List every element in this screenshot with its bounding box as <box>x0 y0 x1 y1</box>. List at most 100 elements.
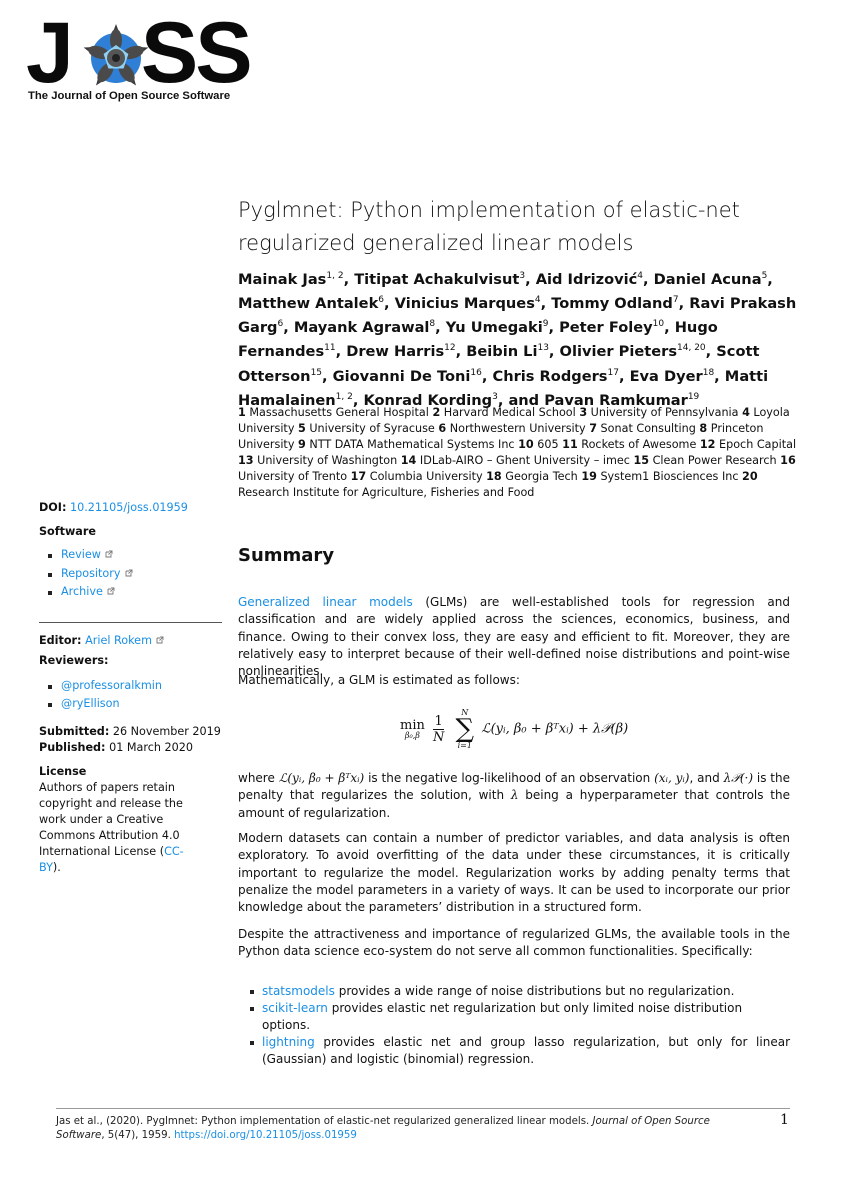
eq-denominator: N <box>433 729 445 745</box>
doi-row: DOI: 10.21105/joss.01959 <box>39 500 224 516</box>
paper-title: Pyglmnet: Python implementation of elast… <box>238 198 740 255</box>
author-affiliation-index: 16 <box>470 367 482 378</box>
author-name: Vinicius Marques <box>394 295 535 313</box>
affiliation-number: 4 <box>742 406 750 419</box>
author-affiliation-index: 13 <box>537 343 549 354</box>
author-affiliation-index: 1, 2 <box>326 271 344 281</box>
summary-paragraph-3: where ℒ(yᵢ, β₀ + βᵀxᵢ) is the negative l… <box>238 770 790 822</box>
affiliation-number: 20 <box>742 470 758 483</box>
list-item: scikit-learn provides elastic net regula… <box>250 1000 790 1034</box>
eq-body: ℒ(yᵢ, β₀ + βᵀxᵢ) + λ𝒫(β) <box>481 721 629 737</box>
list-item: statsmodels provides a wide range of noi… <box>250 983 790 1000</box>
author-affiliation-index: 14, 20 <box>677 343 706 354</box>
affiliation-name: University of Pennsylvania <box>587 406 743 419</box>
editor-link[interactable]: Ariel Rokem <box>85 634 152 647</box>
published-row: Published: 01 March 2020 <box>39 740 224 756</box>
author-affiliation-index: 4 <box>534 295 541 306</box>
author-name: Peter Foley <box>559 319 653 337</box>
summary-paragraph-1: Generalized linear models (GLMs) are wel… <box>238 594 790 680</box>
affiliation-name: University of Syracuse <box>305 422 439 435</box>
affiliation-list: 1 Massachusetts General Hospital 2 Harva… <box>238 405 798 501</box>
p2-text: Mathematically, a GLM is estimated as fo… <box>238 673 520 687</box>
list-item-text: provides a wide range of noise distribut… <box>334 984 735 998</box>
statsmodels-link[interactable]: statsmodels <box>262 984 335 998</box>
affiliation-number: 14 <box>400 454 417 467</box>
reviewer-link[interactable]: @professoralkmin <box>61 679 162 692</box>
affiliation-name: Harvard Medical School <box>440 406 580 419</box>
scikit-learn-link[interactable]: scikit-learn <box>262 1001 328 1015</box>
author-name: Beibin Li <box>466 343 538 361</box>
author-name: Tommy Odland <box>551 295 673 313</box>
sidebar-divider <box>39 621 222 623</box>
affiliation-name: Rockets of Awesome <box>577 438 700 451</box>
reviewers-label: Reviewers: <box>39 653 109 667</box>
author-name: Olivier Pieters <box>559 343 678 361</box>
affiliation-name: Massachusetts General Hospital <box>245 406 433 419</box>
author-name: Titipat Achakulvisut <box>354 270 520 288</box>
submitted-row: Submitted: 26 November 2019 <box>39 724 224 740</box>
sidebar: DOI: 10.21105/joss.01959 Software Review… <box>39 500 224 876</box>
doi-link[interactable]: 10.21105/joss.01959 <box>70 501 188 514</box>
affiliation-name: Sonat Consulting <box>597 422 700 435</box>
software-link-repository[interactable]: Repository <box>48 565 224 584</box>
author-name: Aid Idrizović <box>535 270 638 288</box>
p3-c: , and <box>689 771 724 785</box>
eq-numerator: 1 <box>433 713 445 730</box>
doi-url-link[interactable]: https://doi.org/10.21105/joss.01959 <box>174 1130 357 1141</box>
eq-sum: N ∑ i=1 <box>456 708 475 750</box>
affiliation-number: 10 <box>518 438 534 451</box>
affiliation-name: NTT DATA Mathematical Systems Inc <box>305 438 519 451</box>
external-link-icon <box>156 636 164 643</box>
review-link[interactable]: Review <box>61 548 101 561</box>
author-affiliation-index: 9 <box>542 319 549 330</box>
archive-link[interactable]: Archive <box>61 585 103 598</box>
citation-text: Jas et al., (2020). Pyglmnet: Python imp… <box>56 1116 593 1127</box>
sigma-icon: ∑ <box>455 714 475 744</box>
affiliation-name: IDLab-AIRO – Ghent University – imec <box>416 454 634 467</box>
author-affiliation-index: 7 <box>672 295 679 306</box>
summary-paragraph-2: Mathematically, a GLM is estimated as fo… <box>238 672 790 689</box>
author-affiliation-index: 15 <box>310 367 323 378</box>
license-end: ). <box>52 860 61 874</box>
p3-a: where <box>238 771 279 785</box>
software-link-archive[interactable]: Archive <box>48 583 224 602</box>
affiliation-number: 7 <box>589 422 597 435</box>
affiliation-number: 9 <box>298 438 306 451</box>
reviewer-link[interactable]: @ryEllison <box>61 697 120 710</box>
author-name: Mayank Agrawal <box>293 319 430 337</box>
author-name: Eva Dyer <box>629 367 703 385</box>
citation-volume: , 5(47), 1959. <box>101 1130 175 1141</box>
logo-letter-j: J <box>26 5 74 101</box>
affiliation-number: 15 <box>633 454 650 467</box>
software-links: Review Repository Archive <box>39 546 224 602</box>
p3-math-loss: ℒ(yᵢ, β₀ + βᵀxᵢ) <box>278 771 365 785</box>
author-name: Drew Harris <box>346 343 445 361</box>
glm-equation: min β₀,β 1N N ∑ i=1 ℒ(yᵢ, β₀ + βᵀxᵢ) + λ𝒫(β… <box>400 708 628 750</box>
glm-link[interactable]: Generalized linear models <box>238 595 413 609</box>
affiliation-number: 11 <box>562 438 578 451</box>
software-link-review[interactable]: Review <box>48 546 224 565</box>
external-link-icon <box>107 587 115 595</box>
author-name: Daniel Acuna <box>653 270 762 288</box>
repository-link[interactable]: Repository <box>61 567 121 580</box>
eq-sum-bottom: i=1 <box>457 741 472 750</box>
affiliation-number: 5 <box>298 422 306 435</box>
p3-math-obs: (xᵢ, yᵢ) <box>654 771 690 785</box>
author-affiliation-index: 19 <box>687 391 700 402</box>
list-item-text: provides elastic net and group lasso reg… <box>262 1035 790 1066</box>
p3-math-penalty: λ𝒫(·) <box>723 771 754 785</box>
affiliation-name: University of Trento <box>238 470 351 483</box>
reviewer-item[interactable]: @ryEllison <box>48 695 224 714</box>
reviewer-item[interactable]: @professoralkmin <box>48 677 224 696</box>
author-name: Matthew Antalek <box>238 295 379 313</box>
author-name: Chris Rodgers <box>492 367 608 385</box>
summary-paragraph-4: Modern datasets can contain a number of … <box>238 830 790 916</box>
logo-tagline: The Journal of Open Source Software <box>28 90 231 102</box>
editor-label: Editor: <box>39 633 82 647</box>
lightning-link[interactable]: lightning <box>262 1035 315 1049</box>
summary-paragraph-5: Despite the attractiveness and importanc… <box>238 926 790 961</box>
author-affiliation-index: 6 <box>378 295 385 306</box>
affiliation-name: Northwestern University <box>446 422 590 435</box>
affiliation-number: 6 <box>438 422 447 435</box>
external-link-icon <box>105 550 113 558</box>
